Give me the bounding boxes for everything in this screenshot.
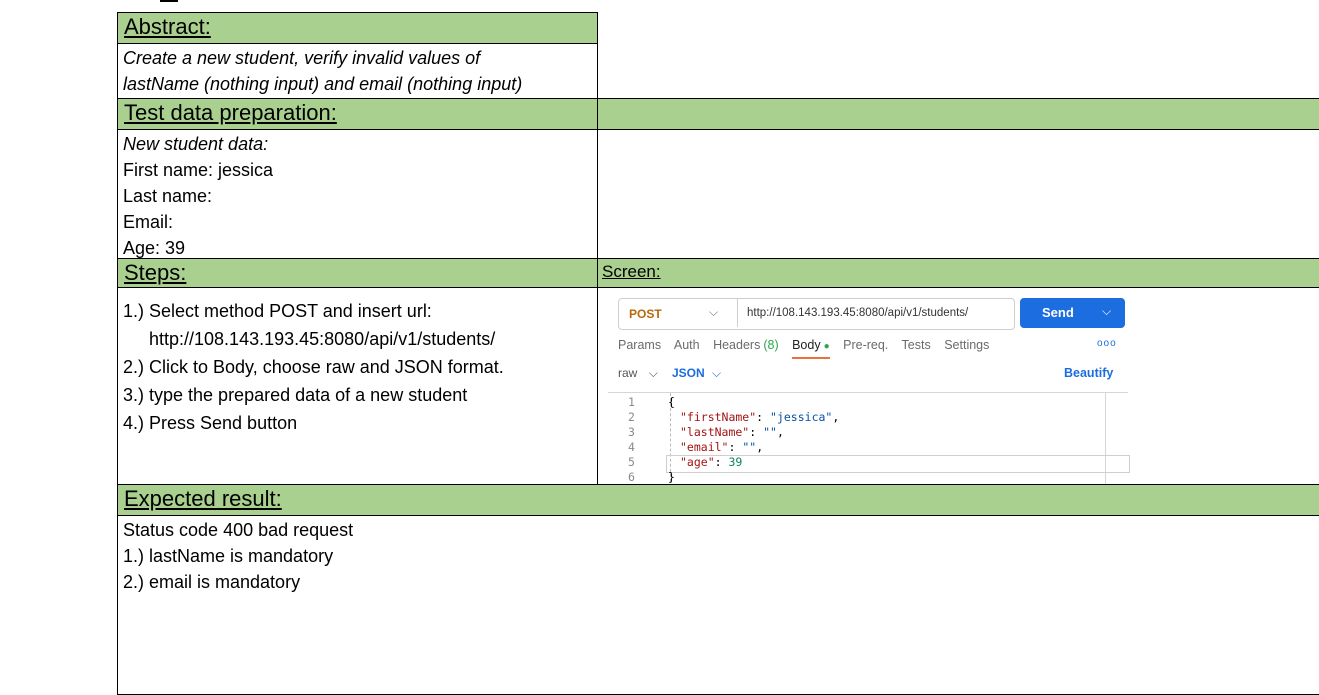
chevron-down-icon: ⌵	[648, 366, 658, 380]
json-key: "firstName"	[680, 410, 757, 424]
steps-url-line: http://108.143.193.45:8080/api/v1/studen…	[149, 329, 496, 349]
code-line: 3 "lastName": "",	[608, 425, 1128, 440]
code-text: "lastName": "",	[680, 425, 784, 439]
json-value: ""	[763, 425, 777, 439]
steps-line: 1.) Select method POST and insert url:	[123, 301, 432, 321]
headers-count: (8)	[763, 338, 779, 352]
expected-line: 2.) email is mandatory	[123, 572, 301, 592]
code-text: "firstName": "jessica",	[680, 410, 840, 424]
code-editor[interactable]: 1 { 2 "firstName": "jessica", 3 "lastNam…	[608, 392, 1130, 487]
test-data-content: New student data: First name: jessica La…	[117, 129, 598, 259]
test-data-line: First name: jessica	[123, 160, 274, 180]
screen-header-label: Screen:	[602, 262, 661, 281]
abstract-content: Create a new student, verify invalid val…	[117, 43, 598, 99]
chevron-down-icon[interactable]: ⌵	[1102, 304, 1111, 319]
body-mode-label: raw	[618, 366, 638, 380]
tab-auth[interactable]: Auth	[674, 338, 700, 352]
send-button[interactable]: Send ⌵	[1020, 298, 1125, 328]
code-line: 2 "firstName": "jessica",	[608, 410, 1128, 425]
tab-settings[interactable]: Settings	[944, 338, 989, 352]
expected-line: 1.) lastName is mandatory	[123, 546, 334, 566]
steps-header: Steps:	[117, 258, 598, 288]
expected-header: Expected result:	[117, 484, 1319, 516]
test-data-header-right	[597, 98, 1319, 130]
tab-tests[interactable]: Tests	[902, 338, 931, 352]
code-text: "email": "",	[680, 440, 764, 454]
tab-body[interactable]: Body ●	[792, 338, 830, 359]
code-line: 4 "email": "",	[608, 440, 1128, 455]
send-button-label: Send	[1042, 305, 1074, 320]
format-select[interactable]: JSON ⌵	[672, 366, 721, 381]
test-data-header: Test data preparation:	[117, 98, 598, 130]
postman-screenshot: POST ⌵ http://108.143.193.45:8080/api/v1…	[608, 292, 1133, 487]
beautify-button[interactable]: Beautify	[1064, 366, 1113, 380]
screen-header: Screen:	[597, 258, 1319, 288]
test-data-line: New student data:	[123, 134, 269, 154]
line-number: 3	[628, 425, 635, 439]
format-label: JSON	[672, 366, 705, 380]
tab-params[interactable]: Params	[618, 338, 661, 352]
expected-header-label: Expected result:	[124, 486, 282, 511]
code-line: 6 }	[608, 470, 1128, 485]
cursor-mark	[160, 0, 178, 2]
json-value: ""	[742, 440, 757, 454]
test-data-header-label: Test data preparation:	[124, 100, 337, 125]
test-data-content-right	[597, 129, 1319, 259]
method-select[interactable]: POST	[629, 307, 662, 321]
method-url-bar[interactable]: POST ⌵ http://108.143.193.45:8080/api/v1…	[618, 298, 1015, 330]
test-data-line: Email:	[123, 212, 174, 232]
test-data-line: Last name:	[123, 186, 213, 206]
screen-content: POST ⌵ http://108.143.193.45:8080/api/v1…	[597, 287, 1319, 487]
abstract-header-label: Abstract:	[124, 14, 211, 39]
tab-body-label: Body	[792, 338, 821, 352]
steps-content: 1.) Select method POST and insert url: h…	[117, 287, 598, 485]
tab-headers[interactable]: Headers (8)	[713, 338, 779, 352]
json-key: "lastName"	[680, 425, 750, 439]
steps-header-label: Steps:	[124, 260, 187, 285]
json-key: "age"	[680, 455, 715, 469]
code-line: 5 "age": 39	[608, 455, 1128, 470]
chevron-down-icon: ⌵	[709, 305, 719, 319]
line-number: 6	[628, 470, 635, 484]
line-number: 5	[628, 455, 635, 469]
abstract-line: Create a new student, verify invalid val…	[123, 48, 481, 68]
code-text: }	[668, 470, 675, 484]
request-tabs: Params Auth Headers (8) Body ● Pre-req. Te…	[618, 338, 999, 359]
body-status-dot-icon: ●	[823, 341, 830, 352]
json-value: 39	[728, 455, 743, 469]
code-text: "age": 39	[680, 455, 743, 469]
code-text: {	[668, 395, 675, 409]
steps-line: 4.) Press Send button	[123, 413, 298, 433]
divider	[737, 299, 738, 327]
steps-line: 2.) Click to Body, choose raw and JSON f…	[123, 357, 504, 377]
tab-headers-label: Headers	[713, 338, 761, 352]
more-options-icon[interactable]: ooo	[1097, 338, 1117, 349]
chevron-down-icon: ⌵	[712, 366, 722, 380]
tab-prereq[interactable]: Pre-req.	[843, 338, 888, 352]
steps-line: 3.) type the prepared data of a new stud…	[123, 385, 468, 405]
line-number: 1	[628, 395, 635, 409]
line-number: 2	[628, 410, 635, 424]
json-key: "email"	[680, 440, 729, 454]
expected-content: Status code 400 bad request 1.) lastName…	[117, 515, 1319, 695]
body-mode-select[interactable]: raw ⌵	[618, 366, 658, 381]
line-number: 4	[628, 440, 635, 454]
url-input[interactable]: http://108.143.193.45:8080/api/v1/studen…	[747, 307, 968, 319]
json-value: "jessica"	[770, 410, 833, 424]
abstract-header: Abstract:	[117, 0, 598, 44]
abstract-line: lastName (nothing input) and email (noth…	[123, 74, 523, 94]
expected-line: Status code 400 bad request	[123, 520, 354, 540]
code-line: 1 {	[608, 395, 1128, 410]
